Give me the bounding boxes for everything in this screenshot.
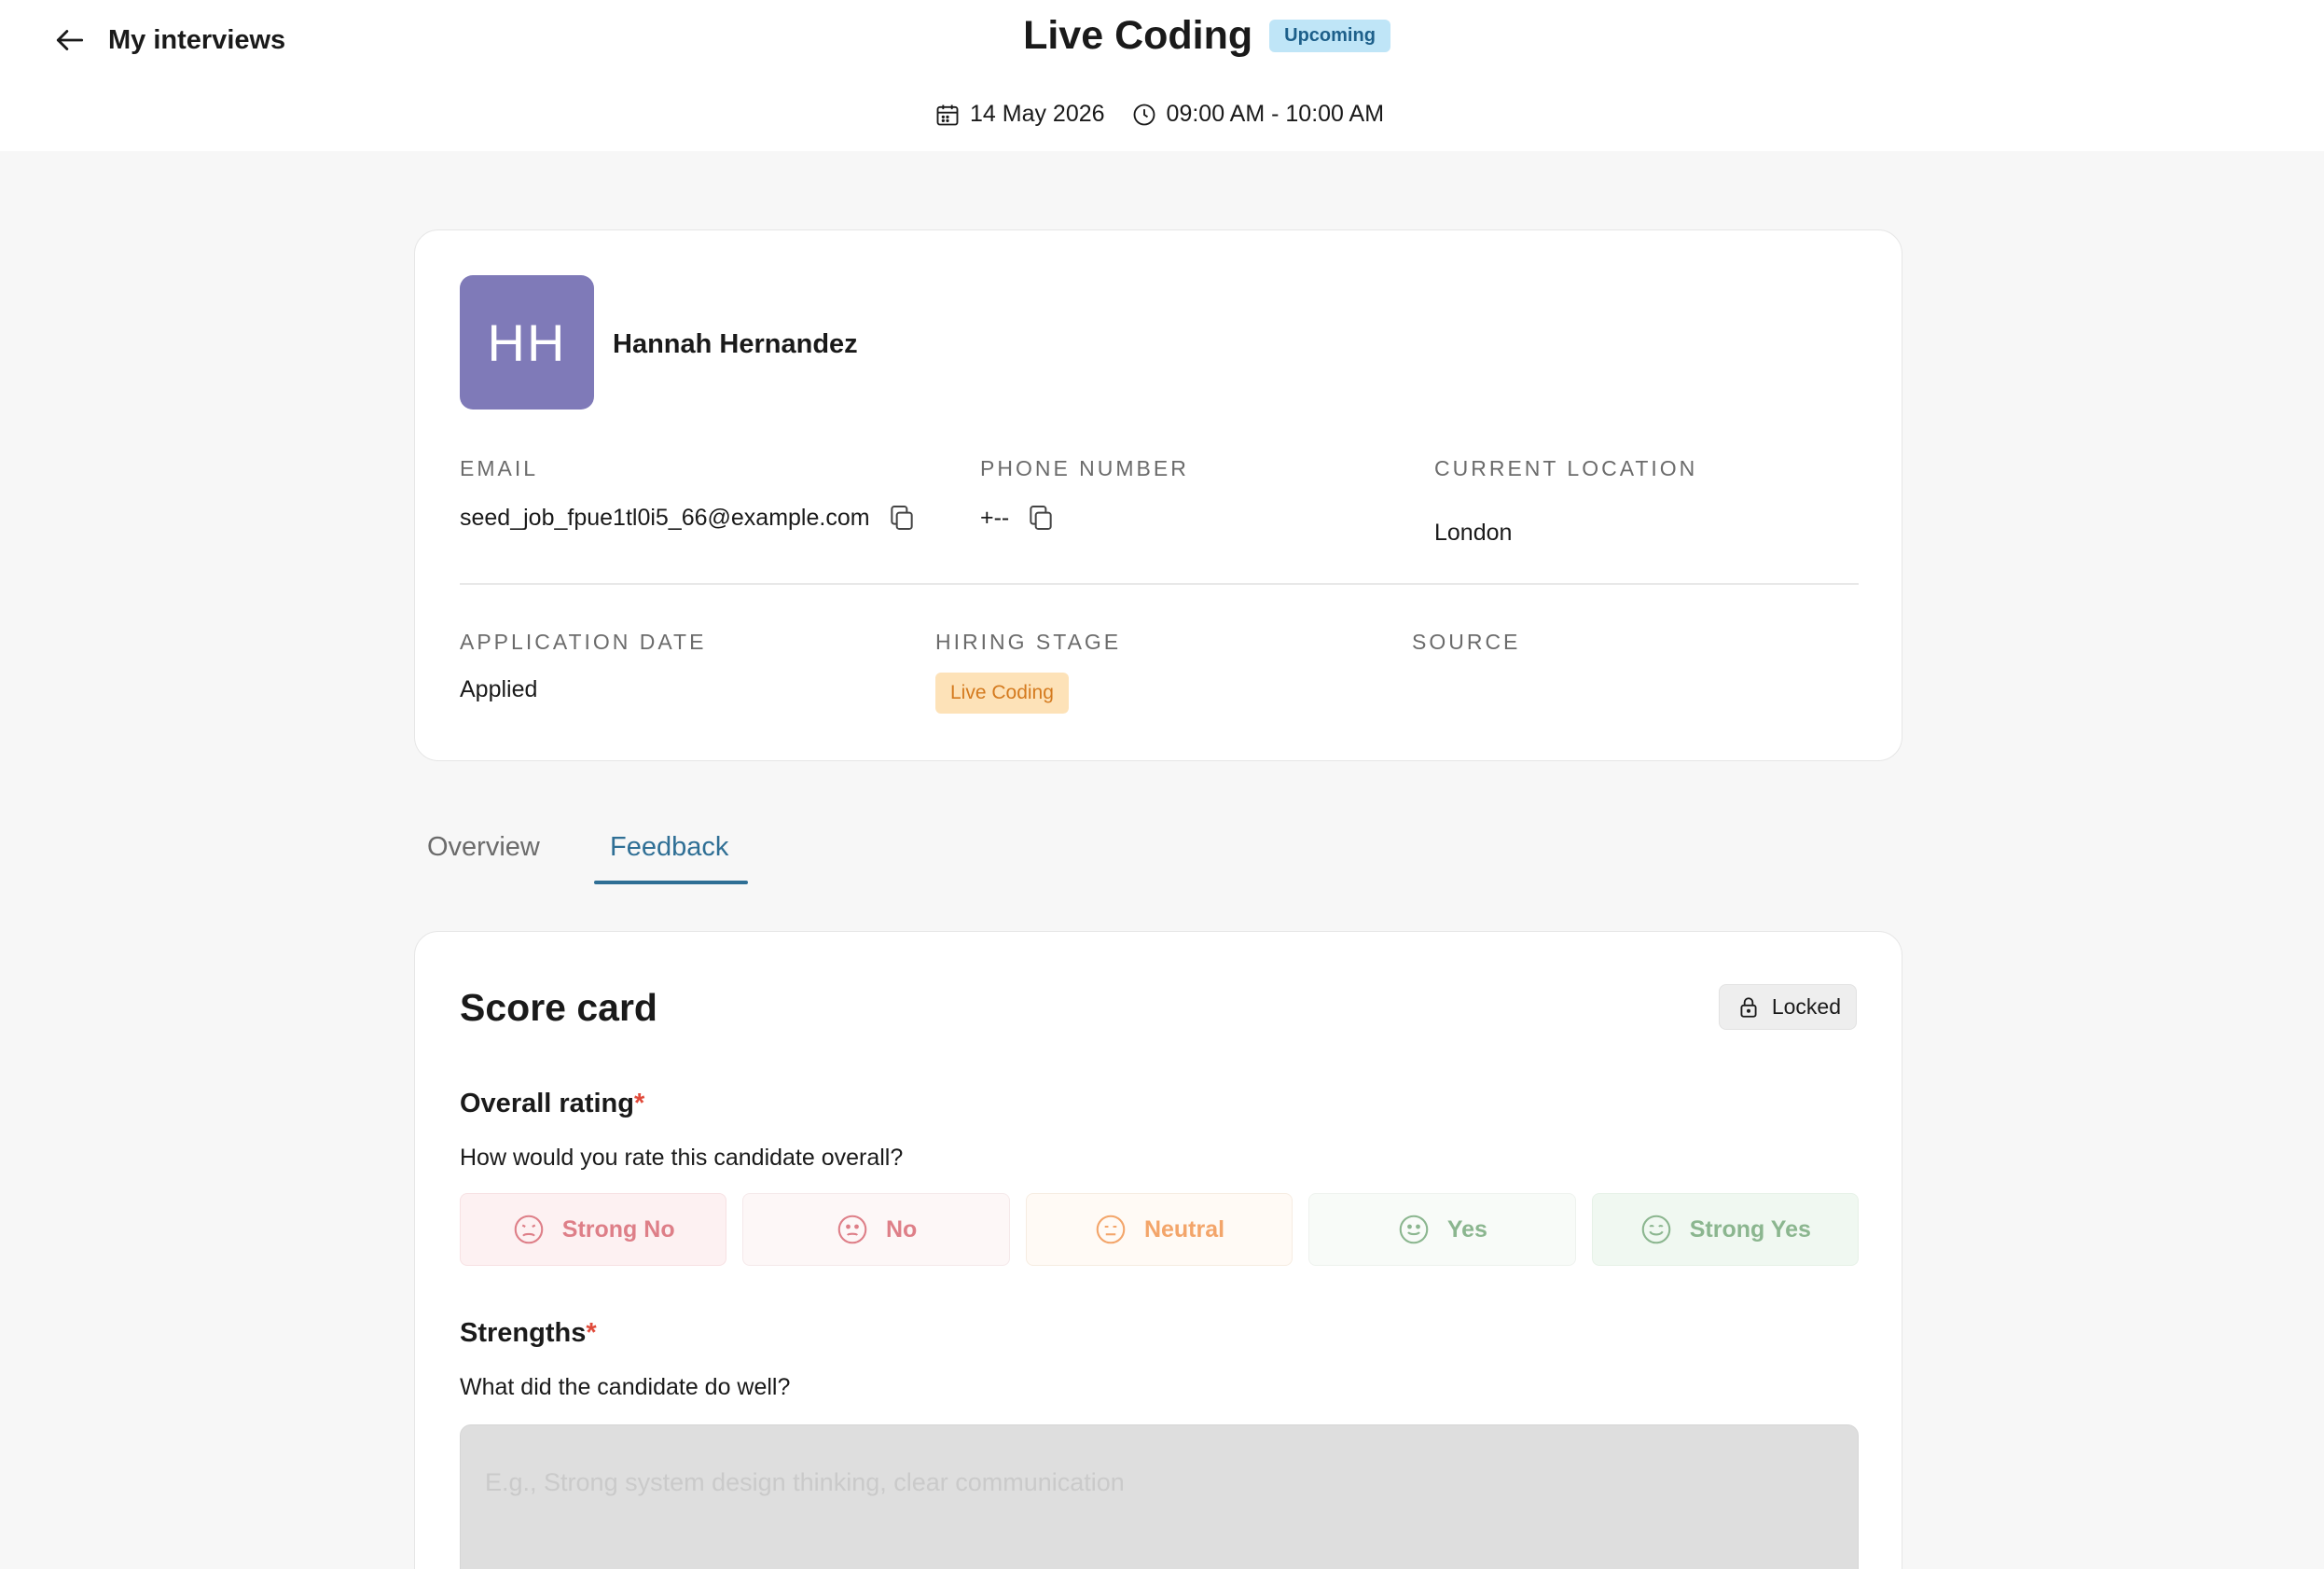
interview-date-text: 14 May 2026 (970, 101, 1105, 127)
overall-rating-title: Overall rating* (460, 1089, 644, 1119)
tab-bar: Overview Feedback (414, 810, 1902, 886)
calendar-icon (936, 104, 959, 125)
page-title: Live Coding (1023, 13, 1253, 58)
rating-strong-no-button[interactable]: Strong No (460, 1193, 727, 1266)
hiring-stage-label: HIRING STAGE (935, 630, 1122, 654)
rating-strong-yes-button[interactable]: Strong Yes (1591, 1193, 1860, 1266)
top-header: My interviews Live Coding Upcoming 14 Ma… (0, 0, 2324, 151)
active-tab-indicator (594, 881, 748, 884)
very-sad-face-icon (514, 1215, 544, 1244)
application-date-value: Applied (460, 676, 538, 702)
status-badge: Upcoming (1269, 20, 1390, 52)
tab-feedback[interactable]: Feedback (610, 832, 728, 863)
copy-phone-icon[interactable] (1026, 503, 1056, 533)
email-value-group: seed_job_fpue1tl0i5_66@example.com (460, 503, 917, 533)
clock-icon (1133, 104, 1155, 125)
neutral-face-icon (1096, 1215, 1126, 1244)
avatar: HH (460, 275, 594, 410)
locked-button[interactable]: Locked (1718, 984, 1857, 1030)
sad-face-icon (837, 1215, 867, 1244)
rating-neutral-label: Neutral (1143, 1215, 1225, 1243)
strengths-input[interactable] (460, 1424, 1859, 1569)
phone-value-group: +-- (980, 503, 1056, 533)
candidate-name: Hannah Hernandez (613, 329, 858, 359)
rating-no-button[interactable]: No (742, 1193, 1010, 1266)
score-card: Score card Locked Overall rating* How wo… (414, 931, 1902, 1569)
rating-neutral-button[interactable]: Neutral (1025, 1193, 1293, 1266)
overall-rating-title-text: Overall rating (460, 1089, 634, 1118)
big-smile-face-icon (1641, 1215, 1671, 1244)
strengths-question: What did the candidate do well? (460, 1374, 791, 1400)
rating-yes-label: Yes (1446, 1215, 1487, 1243)
email-label: EMAIL (460, 456, 539, 480)
tab-overview[interactable]: Overview (427, 832, 540, 863)
lock-icon (1740, 996, 1757, 1018)
required-mark: * (586, 1318, 597, 1348)
location-value: London (1434, 520, 1513, 546)
overall-rating-question: How would you rate this candidate overal… (460, 1145, 904, 1171)
overall-rating-options: Strong No No Neutral Yes Strong Yes (460, 1193, 1860, 1266)
strengths-title-text: Strengths (460, 1318, 587, 1348)
strengths-title: Strengths* (460, 1318, 597, 1349)
copy-email-icon[interactable] (887, 503, 917, 533)
interview-datetime: 14 May 2026 09:00 AM - 10:00 AM (934, 101, 1384, 128)
title-group: Live Coding Upcoming (0, 13, 2324, 59)
phone-label: PHONE NUMBER (980, 456, 1189, 480)
interview-time: 09:00 AM - 10:00 AM (1131, 101, 1384, 128)
locked-label: Locked (1771, 994, 1841, 1019)
candidate-card: HH Hannah Hernandez EMAIL seed_job_fpue1… (414, 229, 1902, 761)
score-card-title: Score card (460, 986, 657, 1029)
hiring-stage-badge: Live Coding (935, 673, 1069, 714)
location-label: CURRENT LOCATION (1434, 456, 1698, 480)
rating-yes-button[interactable]: Yes (1308, 1193, 1576, 1266)
source-label: SOURCE (1412, 630, 1521, 654)
phone-value: +-- (980, 504, 1010, 531)
card-divider (460, 583, 1859, 585)
rating-strong-no-label: Strong No (561, 1215, 675, 1243)
smile-face-icon (1399, 1215, 1429, 1244)
application-date-label: APPLICATION DATE (460, 630, 707, 654)
email-value: seed_job_fpue1tl0i5_66@example.com (460, 504, 870, 531)
interview-date: 14 May 2026 (934, 101, 1105, 128)
rating-strong-yes-label: Strong Yes (1689, 1215, 1811, 1243)
required-mark: * (633, 1089, 645, 1118)
interview-time-text: 09:00 AM - 10:00 AM (1166, 101, 1385, 127)
rating-no-label: No (885, 1215, 918, 1243)
